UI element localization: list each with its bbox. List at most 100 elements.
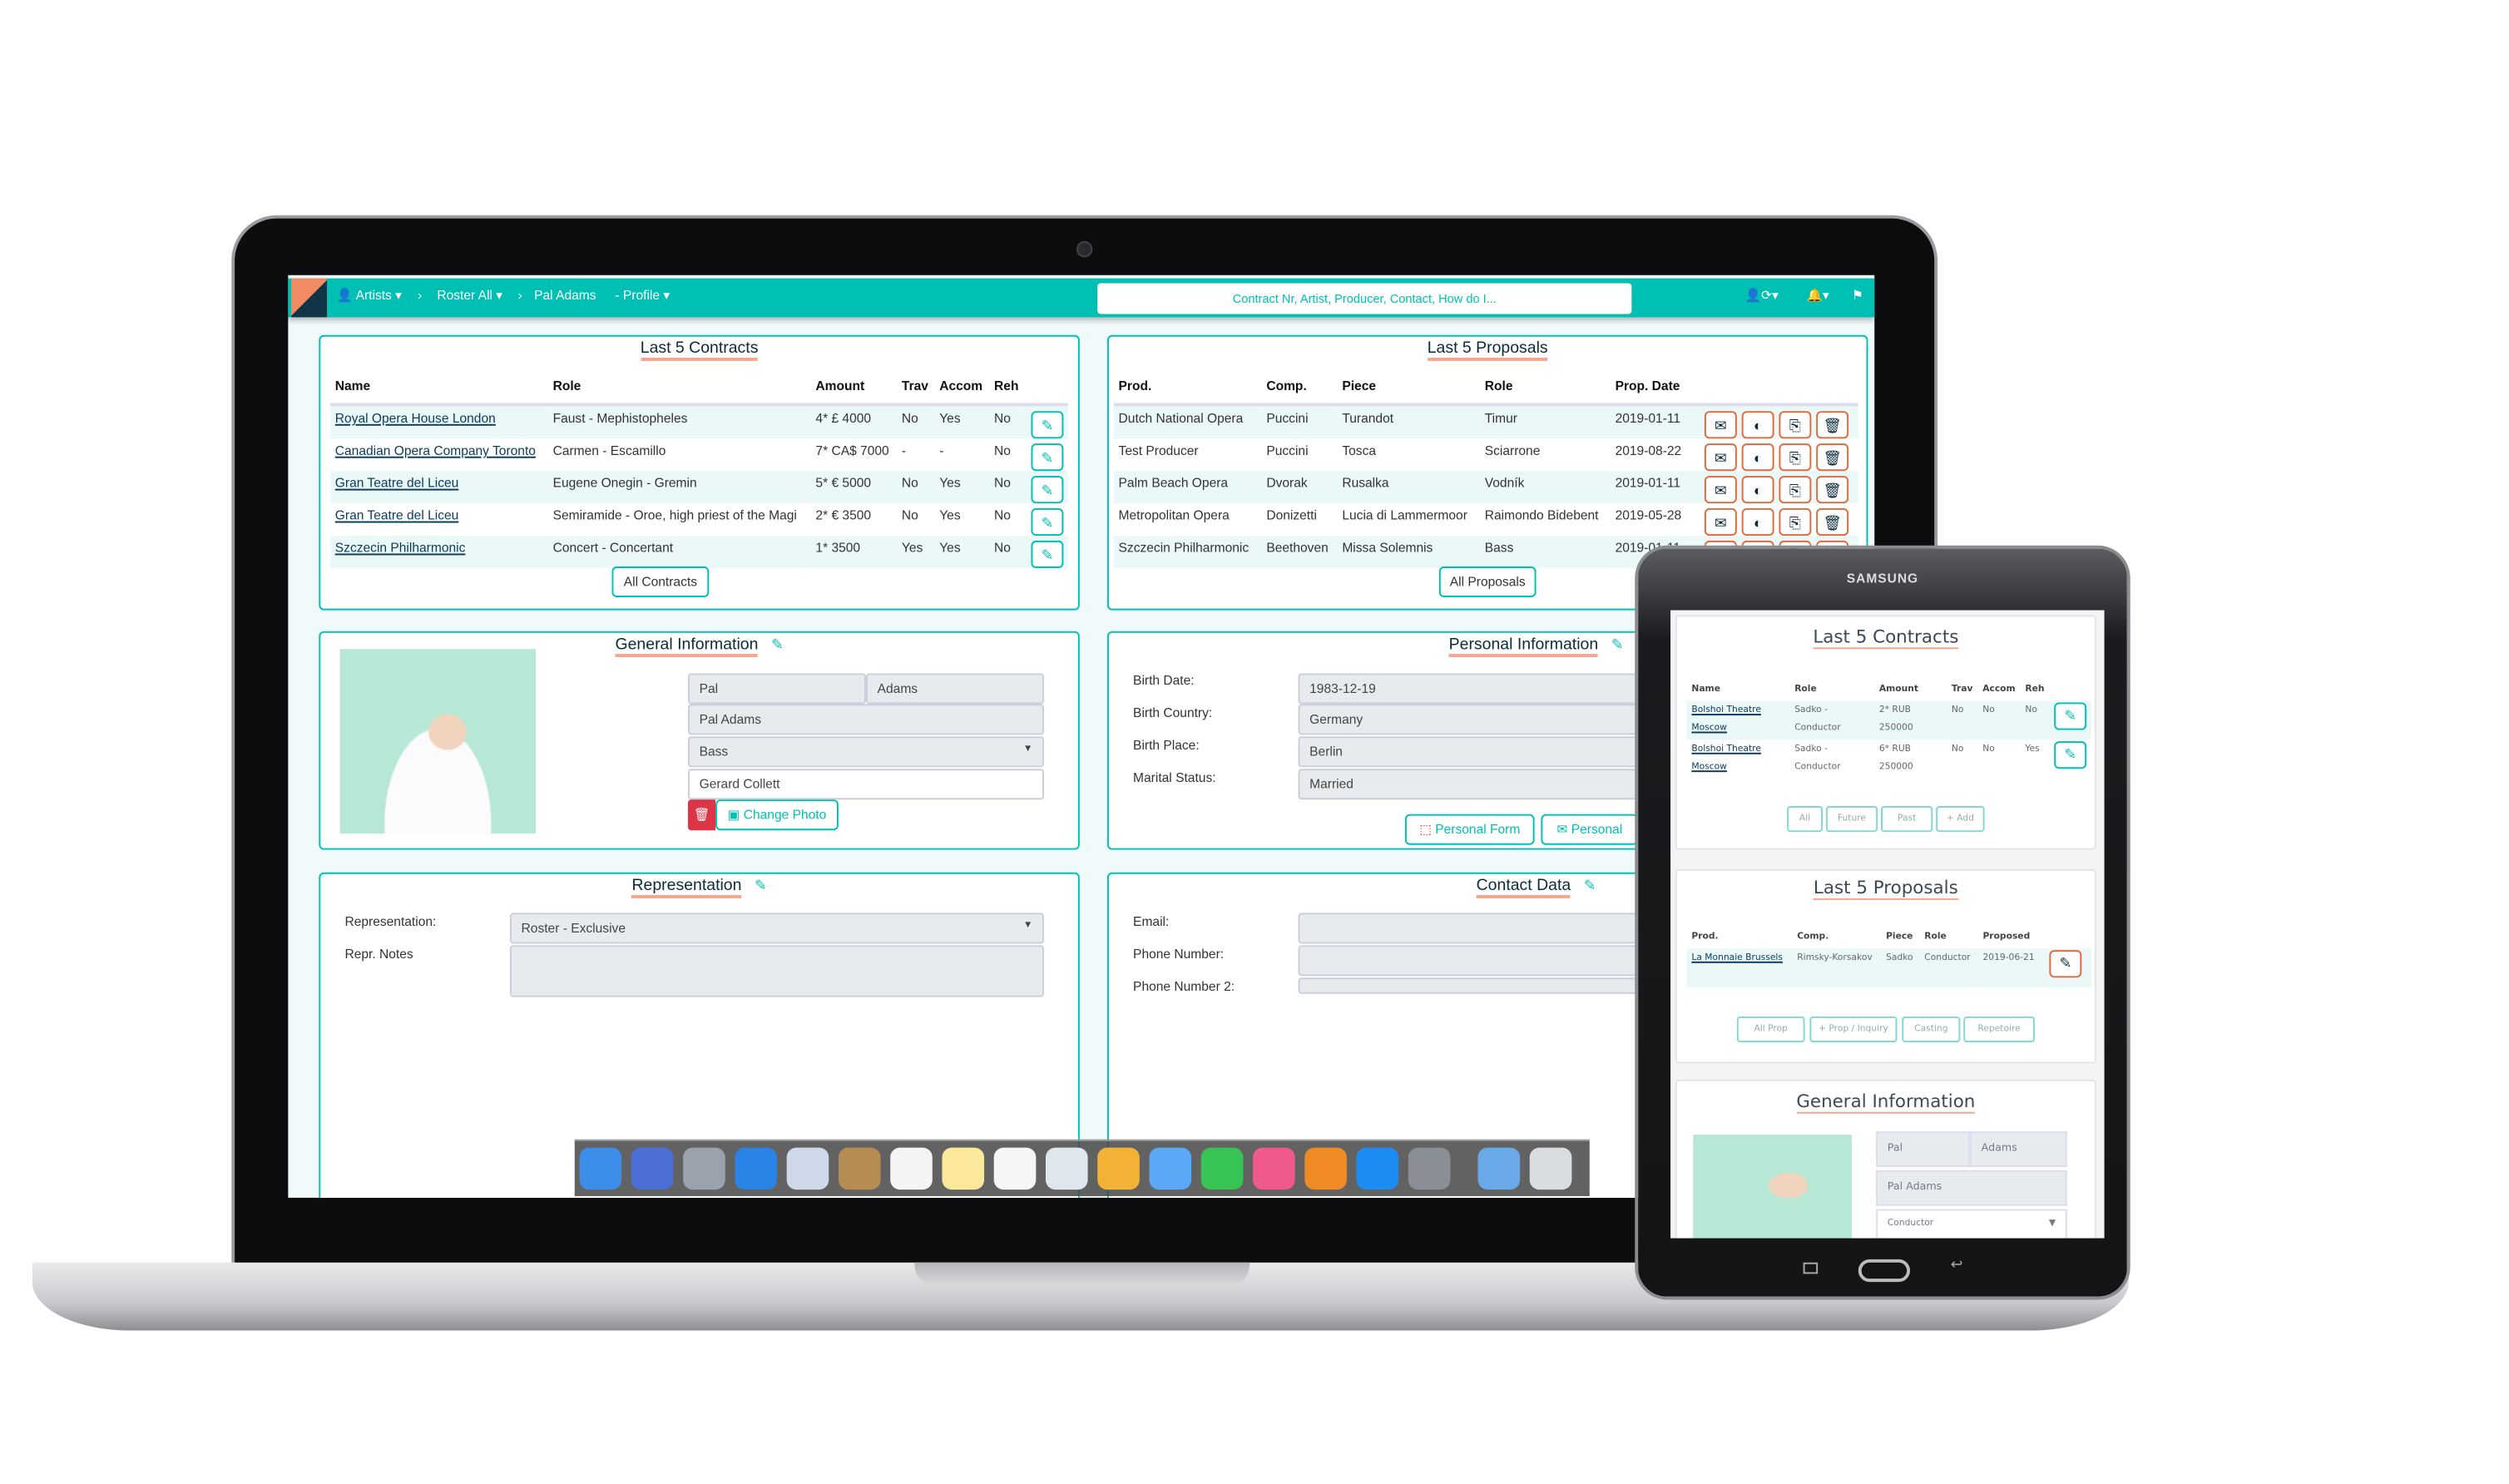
display-name-field[interactable]: Pal Adams: [687, 704, 1045, 735]
messages-icon[interactable]: [1149, 1147, 1192, 1190]
reminders-icon[interactable]: [993, 1147, 1037, 1190]
app-logo[interactable]: [291, 278, 328, 318]
tablet-past-button[interactable]: Past: [1881, 806, 1933, 833]
all-contracts-button[interactable]: All Contracts: [611, 566, 710, 598]
flag-icon[interactable]: ⚑: [1852, 288, 1863, 303]
itunes-icon[interactable]: [1253, 1147, 1295, 1190]
photos-preview-icon[interactable]: [1045, 1147, 1088, 1190]
tablet--prop-inquiry-button[interactable]: + Prop / Inquiry: [1809, 1016, 1898, 1043]
all-proposals-button[interactable]: All Proposals: [1438, 566, 1537, 598]
first-name-field[interactable]: Pal: [687, 673, 867, 705]
edit-pencil-icon[interactable]: ✎: [1031, 507, 1064, 537]
global-search-input[interactable]: Contract Nr, Artist, Producer, Contact, …: [1097, 283, 1632, 314]
tablet-all-button[interactable]: All: [1787, 806, 1823, 833]
breadcrumb-artists[interactable]: 👤 Artists ▾: [337, 288, 402, 303]
row-link[interactable]: Gran Teatre del Liceu: [335, 508, 459, 523]
envelope-icon[interactable]: ✉: [1704, 443, 1737, 472]
breadcrumb-label: Artists: [355, 288, 392, 303]
repr-notes-textarea[interactable]: [509, 945, 1045, 997]
tablet-repetoire-button[interactable]: Repetoire: [1963, 1016, 2035, 1043]
row-link[interactable]: Bolshoi Theatre Moscow: [1691, 705, 1761, 733]
envelope-icon[interactable]: ✉: [1704, 411, 1737, 439]
personal-mail-button[interactable]: ✉ Personal: [1541, 814, 1639, 845]
calendar-icon[interactable]: [890, 1147, 933, 1190]
manager-field[interactable]: Gerard Collett: [687, 769, 1045, 800]
trash-icon[interactable]: 🗑: [1816, 476, 1849, 504]
eye-slash-icon[interactable]: ◐: [1741, 476, 1774, 504]
tablet-all-prop-button[interactable]: All Prop: [1736, 1016, 1805, 1043]
row-actions: ✎: [2049, 740, 2091, 779]
row-link[interactable]: Gran Teatre del Liceu: [335, 476, 459, 491]
paperclip-icon[interactable]: ⎘: [1779, 411, 1812, 439]
paperclip-icon[interactable]: ⎘: [1779, 443, 1812, 472]
edit-pencil-icon[interactable]: ✎: [1031, 411, 1064, 439]
facetime-icon[interactable]: [1200, 1147, 1244, 1190]
tablet--add-button[interactable]: + Add: [1936, 806, 1985, 833]
edit-pencil-icon[interactable]: ✎: [1611, 636, 1624, 652]
edit-pencil-icon[interactable]: ✎: [1031, 540, 1064, 568]
tablet-voice-select[interactable]: Conductor ▼: [1876, 1209, 2067, 1239]
trash-icon[interactable]: [1529, 1147, 1572, 1190]
safari-icon[interactable]: [735, 1147, 777, 1190]
eye-slash-icon[interactable]: ◐: [1741, 411, 1774, 439]
actions-header: [2042, 926, 2091, 948]
eye-slash-icon[interactable]: ◐: [1741, 443, 1774, 472]
downloads-icon[interactable]: [1477, 1147, 1521, 1190]
ibooks-icon[interactable]: [1304, 1147, 1347, 1190]
app-store-icon[interactable]: [1356, 1147, 1399, 1190]
recent-apps-icon[interactable]: [1803, 1262, 1819, 1274]
trash-icon[interactable]: 🗑: [1816, 443, 1849, 472]
breadcrumb-artist[interactable]: Pal Adams: [534, 288, 596, 303]
paperclip-icon[interactable]: ⎘: [1779, 507, 1812, 537]
edit-pencil-icon[interactable]: ✎: [771, 636, 784, 652]
edit-pencil-icon[interactable]: ✎: [2054, 741, 2087, 769]
breadcrumb-profile[interactable]: - Profile ▾: [615, 288, 670, 303]
launchpad-icon[interactable]: [683, 1147, 725, 1190]
voice-select[interactable]: Bass ▼: [687, 736, 1045, 768]
envelope-icon[interactable]: ✉: [1704, 476, 1737, 504]
finder-icon[interactable]: [579, 1147, 622, 1190]
row-link[interactable]: La Monnaie Brussels: [1691, 953, 1783, 963]
user-sync-icon[interactable]: 👤⟳▾: [1745, 288, 1779, 303]
last-name-field[interactable]: Adams: [866, 673, 1045, 705]
envelope-icon[interactable]: ✉: [1704, 507, 1737, 537]
tablet-display-name-field[interactable]: Pal Adams: [1876, 1170, 2067, 1206]
home-button[interactable]: [1858, 1259, 1911, 1283]
notes-icon[interactable]: [942, 1147, 985, 1190]
bell-icon[interactable]: 🔔▾: [1807, 288, 1829, 303]
breadcrumb-roster[interactable]: Roster All ▾: [437, 288, 502, 303]
table-cell: No: [989, 536, 1025, 568]
row-link[interactable]: Bolshoi Theatre Moscow: [1691, 744, 1761, 772]
tablet-casting-button[interactable]: Casting: [1902, 1016, 1961, 1043]
tablet-first-name-field[interactable]: Pal: [1876, 1131, 1971, 1167]
edit-pencil-icon[interactable]: ✎: [755, 878, 767, 893]
representation-select[interactable]: Roster - Exclusive ▼: [509, 913, 1045, 944]
paperclip-icon[interactable]: ⎘: [1779, 476, 1812, 504]
trash-icon[interactable]: 🗑: [1816, 411, 1849, 439]
edit-pencil-icon[interactable]: ✎: [1031, 443, 1064, 472]
row-link[interactable]: Canadian Opera Company Toronto: [335, 443, 536, 458]
change-photo-button[interactable]: ▣ Change Photo: [715, 799, 839, 831]
row-link[interactable]: Royal Opera House London: [335, 411, 496, 426]
system-preferences-icon[interactable]: [1408, 1147, 1451, 1190]
trash-icon[interactable]: 🗑: [1816, 507, 1849, 537]
row-actions: ✉◐⎘🗑: [1690, 471, 1858, 504]
contacts-icon[interactable]: [838, 1147, 881, 1190]
edit-pencil-icon[interactable]: ✎: [2049, 950, 2082, 978]
column-header: Amount: [1878, 685, 1918, 695]
row-link[interactable]: Szczecin Philharmonic: [335, 541, 466, 556]
edit-pencil-icon[interactable]: ✎: [2054, 702, 2087, 730]
edit-pencil-icon[interactable]: ✎: [1584, 878, 1596, 893]
tablet-last-name-field[interactable]: Adams: [1970, 1131, 2067, 1167]
siri-icon[interactable]: [631, 1147, 674, 1190]
back-icon[interactable]: ↩: [1951, 1256, 1963, 1274]
mail-icon[interactable]: [786, 1147, 829, 1190]
tablet-future-button[interactable]: Future: [1825, 806, 1878, 833]
photos-icon[interactable]: [1097, 1147, 1140, 1190]
edit-pencil-icon[interactable]: ✎: [1031, 476, 1064, 504]
personal-form-button[interactable]: ⬚ Personal Form: [1404, 814, 1535, 845]
delete-photo-button[interactable]: 🗑: [687, 799, 716, 831]
table-cell: Canadian Opera Company Toronto: [330, 438, 548, 471]
column-header: Role: [1794, 685, 1817, 695]
eye-slash-icon[interactable]: ◐: [1741, 507, 1774, 537]
